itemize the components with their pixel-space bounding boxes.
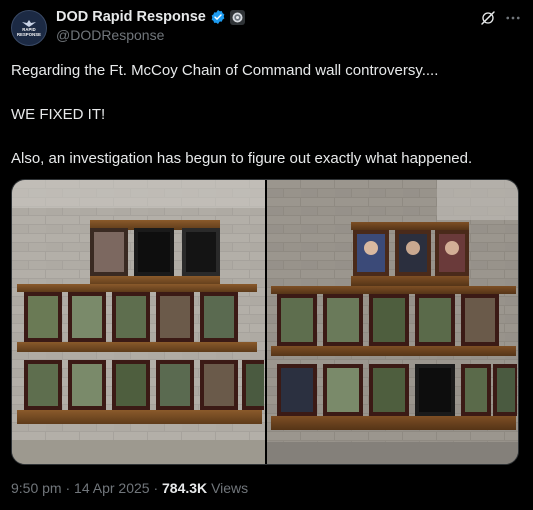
author-handle[interactable]: @DODResponse (56, 27, 164, 43)
tweet-text: Regarding the Ft. McCoy Chain of Command… (11, 60, 523, 170)
avatar[interactable]: RAPID RESPONSE (11, 10, 47, 46)
avatar-text-response: RESPONSE (16, 32, 42, 37)
affiliation-seal-icon[interactable] (229, 9, 245, 25)
author-name-row: DOD Rapid Response (56, 9, 245, 25)
grok-icon[interactable] (480, 10, 496, 26)
tweet-line-1: Regarding the Ft. McCoy Chain of Command… (11, 62, 439, 79)
meta-separator: · (65, 480, 71, 496)
tweet-media (11, 179, 519, 465)
photo-before[interactable] (12, 180, 265, 465)
meta-separator-2: · (153, 480, 159, 496)
tweet-meta: 9:50 pm · 14 Apr 2025 · 784.3K Views (11, 480, 248, 496)
verified-badge-icon (211, 10, 225, 24)
seal-icon (232, 12, 243, 22)
views-count[interactable]: 784.3K (162, 480, 207, 496)
photo-after[interactable] (267, 180, 519, 465)
tweet-date[interactable]: 14 Apr 2025 (74, 480, 150, 496)
eagle-icon (22, 20, 36, 27)
tweet-line-2: WE FIXED IT! (11, 106, 106, 123)
views-label: Views (211, 480, 249, 496)
tweet-line-3: Also, an investigation has begun to figu… (11, 150, 473, 167)
tweet-time[interactable]: 9:50 pm (11, 480, 62, 496)
display-name[interactable]: DOD Rapid Response (56, 9, 206, 25)
more-options-icon[interactable] (504, 9, 522, 27)
